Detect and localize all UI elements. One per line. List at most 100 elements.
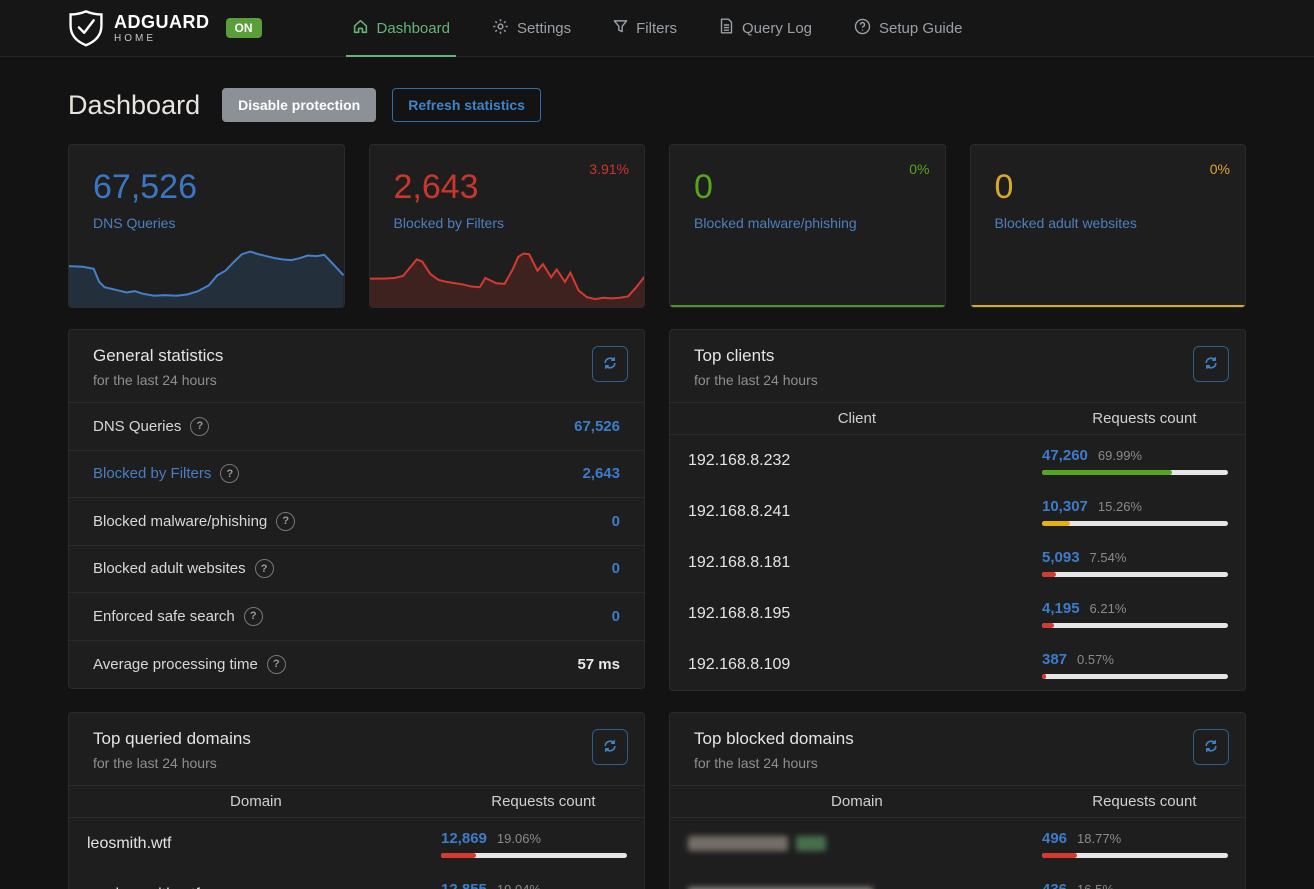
progress-bar: [1042, 623, 1228, 628]
requests-count: 496: [1042, 830, 1067, 847]
refresh-panel-button[interactable]: [592, 346, 628, 382]
progress-bar: [1042, 572, 1228, 577]
refresh-panel-button[interactable]: [1193, 729, 1229, 765]
row-metric: 4,195 6.21%: [1042, 600, 1228, 628]
column-header[interactable]: Domain: [69, 793, 443, 810]
table-row[interactable]: 192.168.8.23247,26069.99%: [670, 435, 1245, 486]
nav-item-query-log[interactable]: Query Log: [705, 0, 826, 56]
column-header[interactable]: Requests count: [443, 793, 644, 810]
column-header[interactable]: Domain: [670, 793, 1044, 810]
card-value: 67,526: [93, 169, 320, 206]
nav-item-filters[interactable]: Filters: [599, 0, 691, 56]
card-sparkline-chart: [370, 241, 645, 307]
table-row[interactable]: 496 18.77%: [670, 818, 1245, 869]
card-percent: 0%: [909, 161, 929, 177]
stat-row-blocked-adult-websites: Blocked adult websites?0: [69, 546, 644, 594]
progress-bar: [1042, 853, 1228, 858]
statistics-rows: DNS Queries? 67,526 Blocked by Filters? 2,6…: [69, 402, 644, 688]
stat-label-text: Blocked malware/phishing: [93, 513, 267, 530]
brand-subtitle: HOME: [114, 34, 210, 44]
progress-bar: [1042, 521, 1228, 526]
requests-percent: 6.21%: [1090, 601, 1127, 616]
help-tooltip-icon[interactable]: ?: [255, 559, 274, 578]
refresh-panel-button[interactable]: [592, 729, 628, 765]
stat-label-text: Blocked by Filters: [93, 465, 211, 482]
stat-card-dns-queries: 67,526 DNS Queries: [68, 144, 345, 308]
row-metric: 10,30715.26%: [1042, 498, 1228, 526]
nav-item-setup-guide[interactable]: Setup Guide: [840, 0, 976, 56]
help-tooltip-icon[interactable]: ?: [267, 655, 286, 674]
table-row[interactable]: 43616.5%: [670, 869, 1245, 889]
table-row[interactable]: 192.168.8.1815,0937.54%: [670, 537, 1245, 588]
stat-row-value: 67,526: [574, 418, 620, 435]
table-header-row: DomainRequests count: [670, 785, 1245, 818]
stat-row-value: 0: [612, 513, 620, 530]
stat-label-text: DNS Queries: [93, 418, 181, 435]
stat-card-blocked-adult-websites: 0Blocked adult websites0%: [970, 144, 1247, 308]
help-tooltip-icon[interactable]: ?: [244, 607, 263, 626]
protection-on-badge: ON: [226, 18, 262, 38]
stat-row-value: 0: [612, 560, 620, 577]
card-label[interactable]: Blocked adult websites: [995, 215, 1222, 231]
table-row[interactable]: xss.leosmith.wtf12,85519.04%: [69, 869, 644, 889]
requests-percent: 0.57%: [1077, 652, 1114, 667]
stat-card-blocked-malware-phishing: 0Blocked malware/phishing0%: [669, 144, 946, 308]
help-tooltip-icon[interactable]: ?: [276, 512, 295, 531]
page-header: Dashboard Disable protection Refresh sta…: [68, 86, 1246, 124]
row-name: 192.168.8.241: [688, 503, 1042, 521]
table-row[interactable]: 192.168.8.241 10,30715.26%: [670, 486, 1245, 537]
nav-label: Setup Guide: [879, 20, 962, 37]
stat-row-dns-queries: DNS Queries? 67,526: [69, 403, 644, 451]
panel-title: Top clients: [694, 346, 1221, 366]
top-blocked-domains-header: Top blocked domains for the last 24 hour…: [670, 713, 1245, 785]
nav-item-dashboard[interactable]: Dashboard: [338, 0, 464, 56]
requests-percent: 69.99%: [1098, 448, 1142, 463]
requests-count: 5,093: [1042, 549, 1080, 566]
requests-percent: 19.06%: [497, 831, 541, 846]
requests-count: 4,195: [1042, 600, 1080, 617]
help-tooltip-icon[interactable]: ?: [190, 417, 209, 436]
stat-row-value: 2,643: [582, 465, 620, 482]
column-header[interactable]: Requests count: [1044, 793, 1245, 810]
nav-item-settings[interactable]: Settings: [478, 0, 585, 56]
nav-label: Settings: [517, 20, 571, 37]
row-name-text: 192.168.8.195: [688, 605, 790, 623]
card-value: 0: [995, 169, 1222, 206]
requests-count: 10,307: [1042, 498, 1088, 515]
disable-protection-button[interactable]: Disable protection: [222, 88, 376, 122]
refresh-statistics-button[interactable]: Refresh statistics: [392, 88, 541, 122]
row-name-text: 192.168.8.241: [688, 503, 790, 521]
row-metric: 3870.57%: [1042, 651, 1228, 679]
row-name: [688, 836, 1042, 851]
card-accent-underline: [971, 305, 1246, 307]
row-name: 192.168.8.232: [688, 452, 1042, 470]
refresh-icon: [602, 355, 618, 374]
refresh-icon: [1203, 355, 1219, 374]
top-clients-table: ClientRequests count192.168.8.23247,2606…: [670, 402, 1245, 690]
panel-subtitle: for the last 24 hours: [694, 372, 1221, 388]
requests-percent: 18.77%: [1077, 831, 1121, 846]
card-label[interactable]: Blocked by Filters: [394, 215, 621, 231]
table-row[interactable]: 192.168.8.1093870.57%: [670, 639, 1245, 690]
refresh-icon: [1203, 738, 1219, 757]
table-header-row: DomainRequests count: [69, 785, 644, 818]
stat-row-label[interactable]: Blocked by Filters?: [93, 464, 239, 483]
requests-percent: 16.5%: [1077, 882, 1114, 889]
table-row[interactable]: 192.168.8.195 4,195 6.21%: [670, 588, 1245, 639]
table-header-row: ClientRequests count: [670, 402, 1245, 435]
column-header[interactable]: Client: [670, 410, 1044, 427]
top-blocked-domains-panel: Top blocked domains for the last 24 hour…: [669, 712, 1246, 889]
card-label[interactable]: Blocked malware/phishing: [694, 215, 921, 231]
table-row[interactable]: leosmith.wtf12,86919.06%: [69, 818, 644, 869]
column-header[interactable]: Requests count: [1044, 410, 1245, 427]
help-tooltip-icon[interactable]: ?: [220, 464, 239, 483]
row-name: xss.leosmith.wtf: [87, 886, 441, 889]
redacted-domain-blur: [796, 836, 826, 851]
gear-icon: [492, 18, 509, 39]
top-navigation-bar: ADGUARD HOME ON Dashboard Settings Filte…: [0, 0, 1314, 57]
refresh-panel-button[interactable]: [1193, 346, 1229, 382]
panel-title: Top blocked domains: [694, 729, 1221, 749]
progress-bar: [1042, 470, 1228, 475]
card-label[interactable]: DNS Queries: [93, 215, 320, 231]
adguard-home-logo: ADGUARD HOME ON: [68, 9, 262, 47]
